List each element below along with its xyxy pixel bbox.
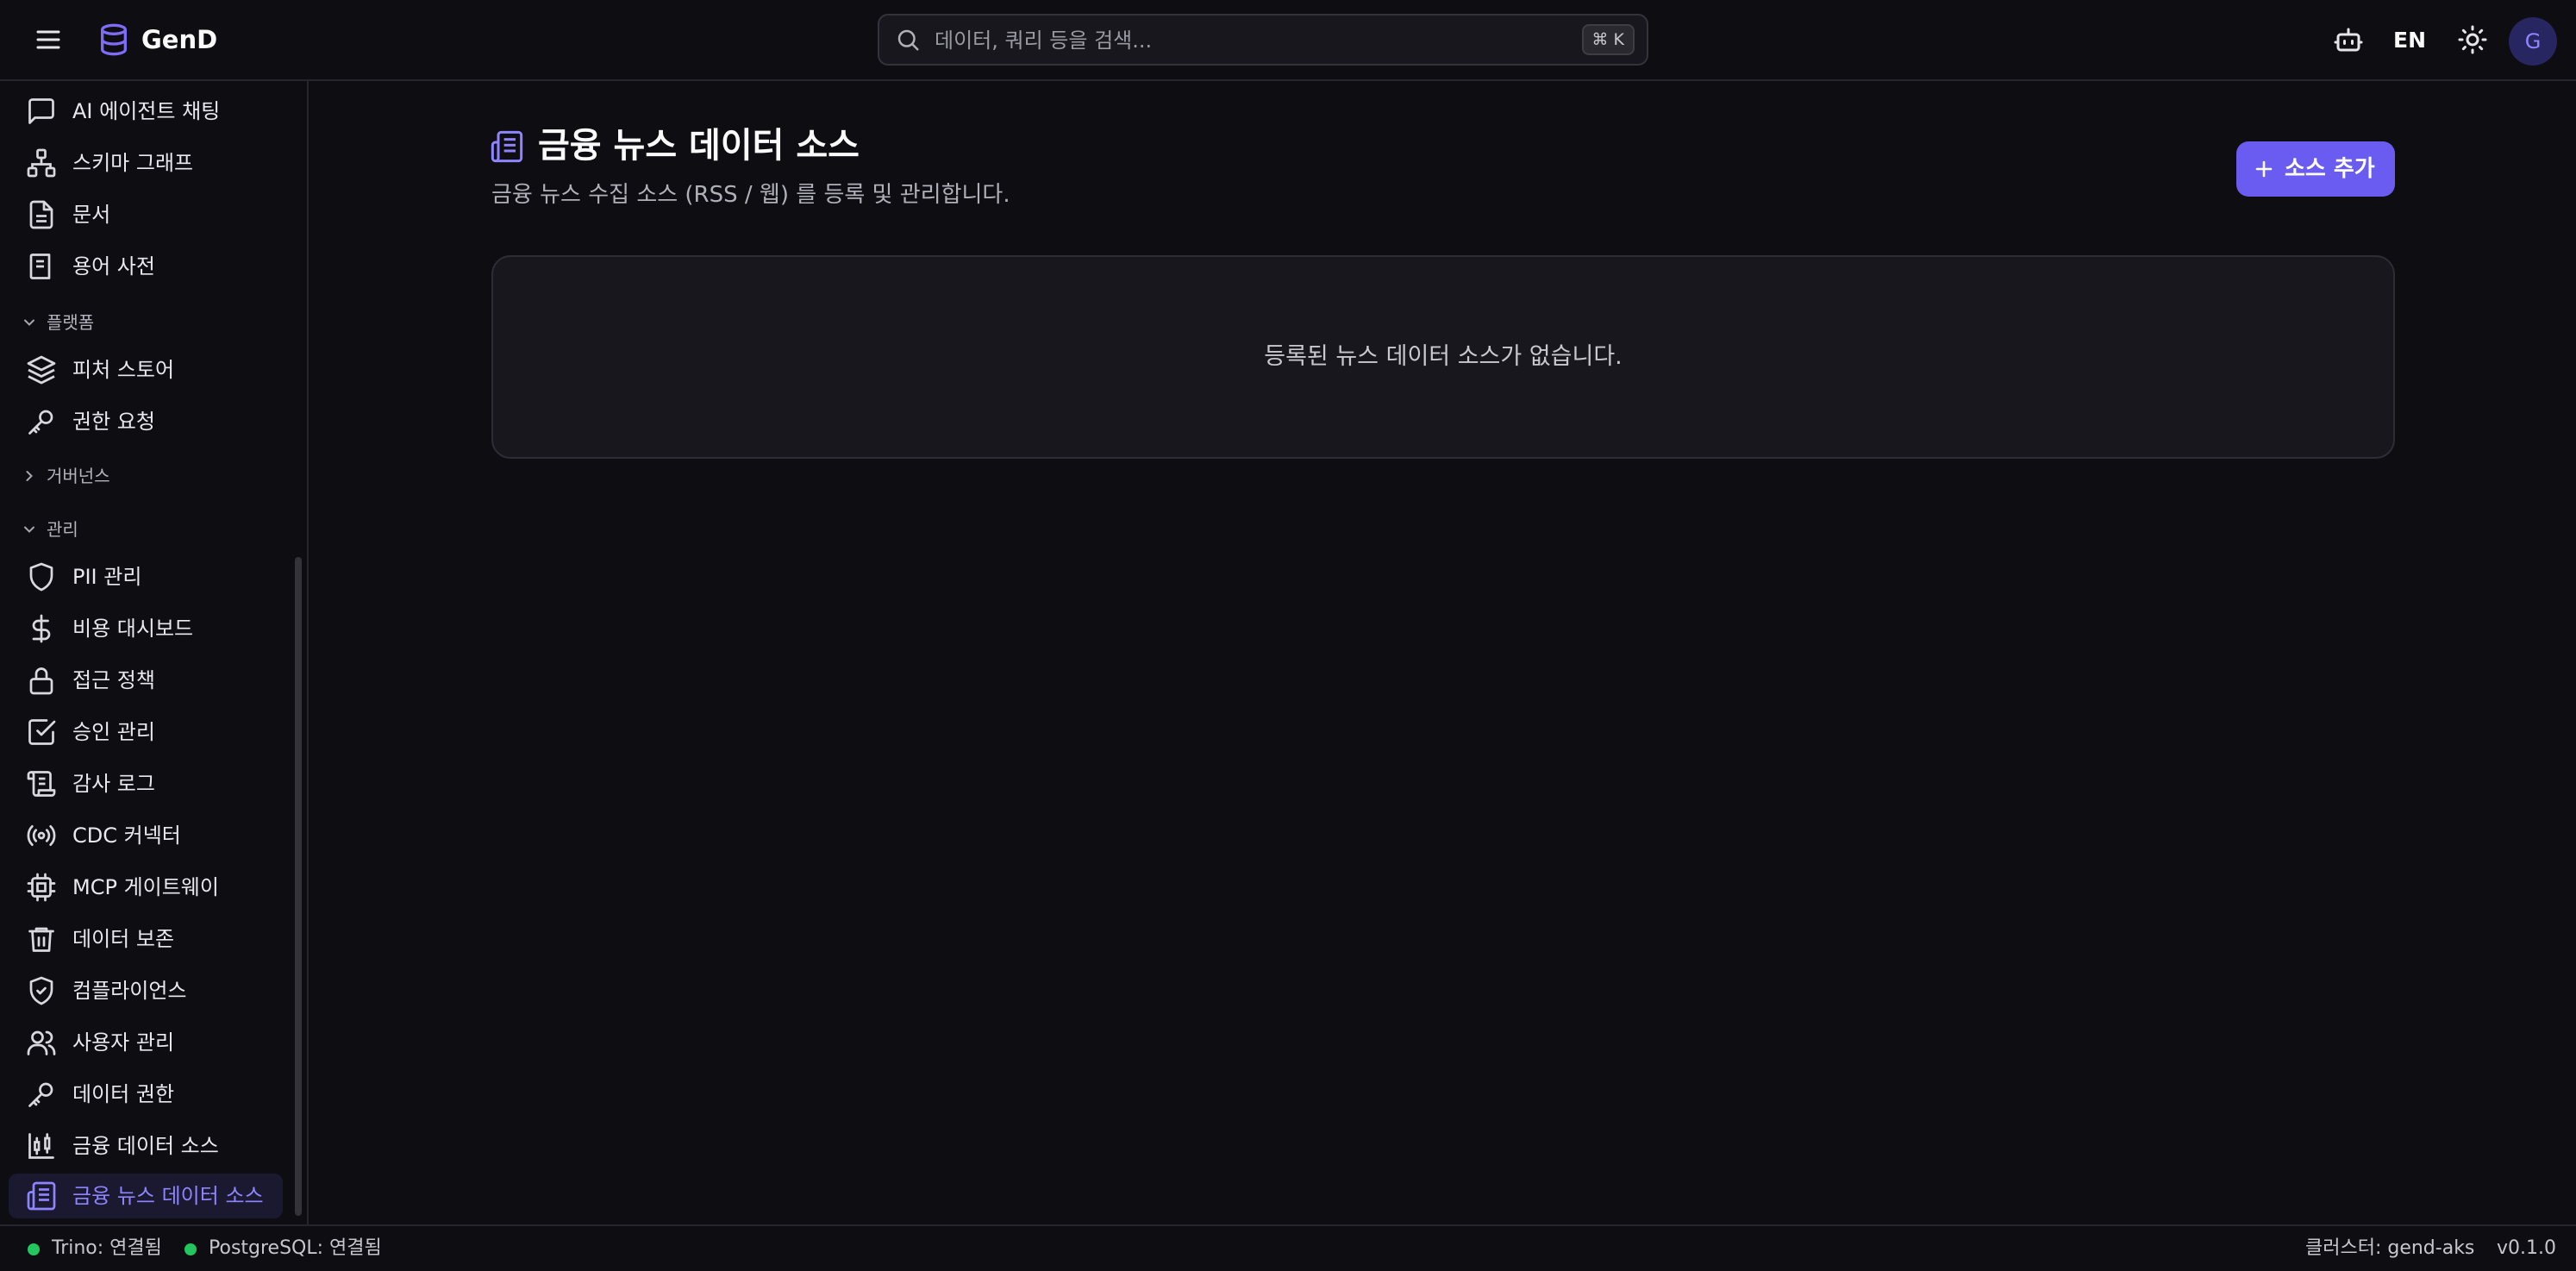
section-admin[interactable]: 관리 <box>9 512 283 547</box>
sidebar-scrollbar[interactable] <box>295 557 302 1216</box>
section-label: 거버넌스 <box>47 466 110 486</box>
sidebar-item-label: AI 에이전트 채팅 <box>72 99 221 123</box>
sidebar-item-label: 데이터 권한 <box>72 1082 175 1106</box>
sidebar-item-financial-data-sources[interactable]: 금융 데이터 소스 <box>9 1124 283 1168</box>
sidebar-item-label: 데이터 보존 <box>72 927 175 951</box>
sidebar: AI 에이전트 채팅 스키마 그래프 문서 용어 사전 플랫폼 피처 스토어 권… <box>0 81 309 1224</box>
sidebar-item-schema-graph[interactable]: 스키마 그래프 <box>9 141 283 185</box>
sidebar-item-label: 스키마 그래프 <box>72 151 194 175</box>
sidebar-item-cdc-connector[interactable]: CDC 커넥터 <box>9 813 283 858</box>
sidebar-item-access-policy[interactable]: 접근 정책 <box>9 658 283 703</box>
key-icon <box>26 1079 57 1110</box>
sidebar-item-label: 금융 데이터 소스 <box>72 1134 219 1158</box>
section-label: 플랫폼 <box>47 312 95 333</box>
sidebar-item-ai-agent-chat[interactable]: AI 에이전트 채팅 <box>9 89 283 134</box>
cluster-name: 클러스터: gend-aks <box>2305 1237 2475 1259</box>
chevron-right-icon <box>21 467 38 485</box>
check-square-icon <box>26 717 57 748</box>
chevron-down-icon <box>21 521 38 538</box>
search-input[interactable] <box>933 24 1540 57</box>
user-avatar[interactable]: G <box>2509 17 2557 66</box>
top-header: GenD ⌘ K EN G <box>0 0 2576 81</box>
add-source-label: 소스 추가 <box>2285 156 2375 182</box>
shield-check-icon <box>26 975 57 1006</box>
sidebar-item-audit-log[interactable]: 감사 로그 <box>9 761 283 806</box>
sidebar-item-label: CDC 커넥터 <box>72 823 181 848</box>
sidebar-item-label: 권한 요청 <box>72 410 155 434</box>
bot-icon[interactable] <box>2333 24 2364 55</box>
sidebar-item-label: 금융 뉴스 데이터 소스 <box>72 1184 264 1208</box>
section-label: 관리 <box>47 519 78 540</box>
add-source-button[interactable]: 소스 추가 <box>2236 141 2395 197</box>
sidebar-item-access-request[interactable]: 권한 요청 <box>9 399 283 444</box>
shield-icon <box>26 561 57 592</box>
sidebar-item-label: 용어 사전 <box>72 254 155 279</box>
sidebar-item-label: 사용자 관리 <box>72 1030 175 1055</box>
sidebar-item-label: 비용 대시보드 <box>72 617 194 641</box>
file-text-icon <box>26 199 57 230</box>
sidebar-item-data-retention[interactable]: 데이터 보존 <box>9 917 283 961</box>
main-content: 금융 뉴스 데이터 소스 금융 뉴스 수집 소스 (RSS / 웹) 를 등록 … <box>310 81 2576 1224</box>
sun-icon[interactable] <box>2457 24 2488 55</box>
page-title: 금융 뉴스 데이터 소스 <box>538 126 860 166</box>
app-version: v0.1.0 <box>2497 1237 2556 1259</box>
status-bar: Trino: 연결됨 PostgreSQL: 연결됨 클러스터: gend-ak… <box>0 1224 2576 1271</box>
page-subtitle: 금융 뉴스 수집 소스 (RSS / 웹) 를 등록 및 관리합니다. <box>491 182 1010 208</box>
sidebar-item-data-permissions[interactable]: 데이터 권한 <box>9 1072 283 1117</box>
message-square-icon <box>26 96 57 127</box>
section-platform[interactable]: 플랫폼 <box>9 305 283 340</box>
candlestick-chart-icon <box>26 1130 57 1161</box>
empty-state-message: 등록된 뉴스 데이터 소스가 없습니다. <box>1264 343 1623 370</box>
sidebar-item-label: PII 관리 <box>72 565 142 589</box>
search-icon <box>895 27 921 53</box>
cpu-icon <box>26 872 57 903</box>
sidebar-item-label: 감사 로그 <box>72 772 155 796</box>
plus-icon <box>2254 159 2274 179</box>
users-icon <box>26 1027 57 1058</box>
postgres-status: PostgreSQL: 연결됨 <box>209 1237 382 1259</box>
sidebar-item-compliance[interactable]: 컴플라이언스 <box>9 968 283 1013</box>
empty-state-card: 등록된 뉴스 데이터 소스가 없습니다. <box>491 255 2395 459</box>
sidebar-item-cost-dashboard[interactable]: 비용 대시보드 <box>9 606 283 651</box>
scroll-icon <box>26 768 57 799</box>
sidebar-item-glossary[interactable]: 용어 사전 <box>9 244 283 289</box>
global-search[interactable]: ⌘ K <box>878 14 1648 66</box>
chevron-down-icon <box>21 314 38 331</box>
postgres-status-dot <box>184 1243 197 1255</box>
dollar-sign-icon <box>26 613 57 644</box>
sidebar-item-approvals[interactable]: 승인 관리 <box>9 710 283 754</box>
sidebar-item-user-management[interactable]: 사용자 관리 <box>9 1020 283 1065</box>
sidebar-item-label: 피처 스토어 <box>72 358 175 382</box>
layers-icon <box>26 354 57 385</box>
database-icon[interactable] <box>97 21 131 59</box>
search-shortcut-badge: ⌘ K <box>1581 24 1635 55</box>
sidebar-item-financial-news-sources[interactable]: 금융 뉴스 데이터 소스 <box>9 1174 283 1218</box>
sidebar-item-label: MCP 게이트웨이 <box>72 875 219 899</box>
book-icon <box>26 251 57 282</box>
sidebar-item-label: 컴플라이언스 <box>72 979 187 1003</box>
newspaper-icon <box>26 1180 57 1212</box>
sidebar-item-pii[interactable]: PII 관리 <box>9 554 283 599</box>
newspaper-icon <box>490 129 524 164</box>
brand-name[interactable]: GenD <box>141 24 217 55</box>
sidebar-item-label: 승인 관리 <box>72 720 155 744</box>
sidebar-item-label: 문서 <box>72 203 111 227</box>
sidebar-item-mcp-gateway[interactable]: MCP 게이트웨이 <box>9 865 283 910</box>
network-icon <box>26 147 57 178</box>
sidebar-item-docs[interactable]: 문서 <box>9 192 283 237</box>
sidebar-item-label: 접근 정책 <box>72 668 155 692</box>
trino-status: Trino: 연결됨 <box>52 1237 162 1259</box>
lock-icon <box>26 665 57 696</box>
sidebar-item-feature-store[interactable]: 피처 스토어 <box>9 347 283 392</box>
trash-icon <box>26 924 57 955</box>
section-governance[interactable]: 거버넌스 <box>9 459 283 493</box>
menu-icon[interactable] <box>33 24 64 55</box>
trino-status-dot <box>28 1243 40 1255</box>
radio-icon <box>26 820 57 851</box>
language-toggle[interactable]: EN <box>2393 26 2426 55</box>
key-icon <box>26 406 57 437</box>
